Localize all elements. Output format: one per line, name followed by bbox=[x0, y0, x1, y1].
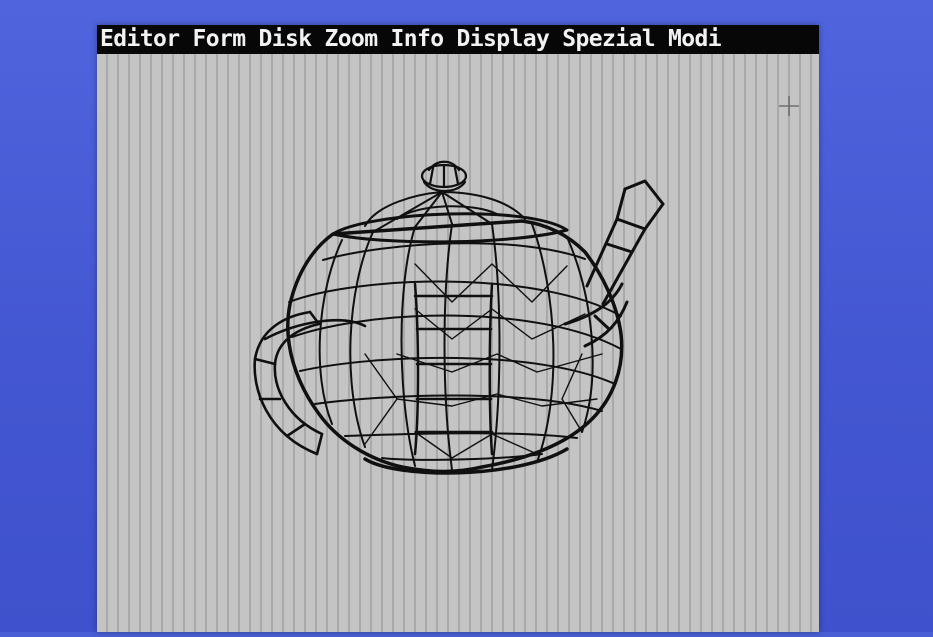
teapot-wireframe bbox=[253, 160, 665, 475]
menu-zoom[interactable]: Zoom bbox=[324, 25, 378, 54]
monitor-screen: Editor Form Disk Zoom Info Display Spezi… bbox=[0, 0, 933, 632]
menu-modi[interactable]: Modi bbox=[668, 25, 722, 54]
teapot-handle bbox=[253, 310, 367, 456]
teapot-center-panel bbox=[413, 282, 494, 456]
teapot-facet-lines bbox=[364, 263, 603, 459]
teapot-latitude-lines bbox=[288, 242, 622, 461]
menu-form[interactable]: Form bbox=[192, 25, 246, 54]
application-window: Editor Form Disk Zoom Info Display Spezi… bbox=[97, 25, 819, 632]
menu-info[interactable]: Info bbox=[390, 25, 444, 54]
menu-bar: Editor Form Disk Zoom Info Display Spezi… bbox=[97, 25, 819, 54]
drawing-canvas[interactable] bbox=[97, 54, 819, 632]
crosshair-icon bbox=[779, 96, 799, 116]
menu-display[interactable]: Display bbox=[456, 25, 549, 54]
teapot-lid-knob bbox=[420, 160, 468, 193]
menu-spezial[interactable]: Spezial bbox=[562, 25, 655, 54]
menu-disk[interactable]: Disk bbox=[258, 25, 312, 54]
menu-editor[interactable]: Editor bbox=[100, 25, 180, 54]
teapot-spout bbox=[563, 179, 665, 348]
